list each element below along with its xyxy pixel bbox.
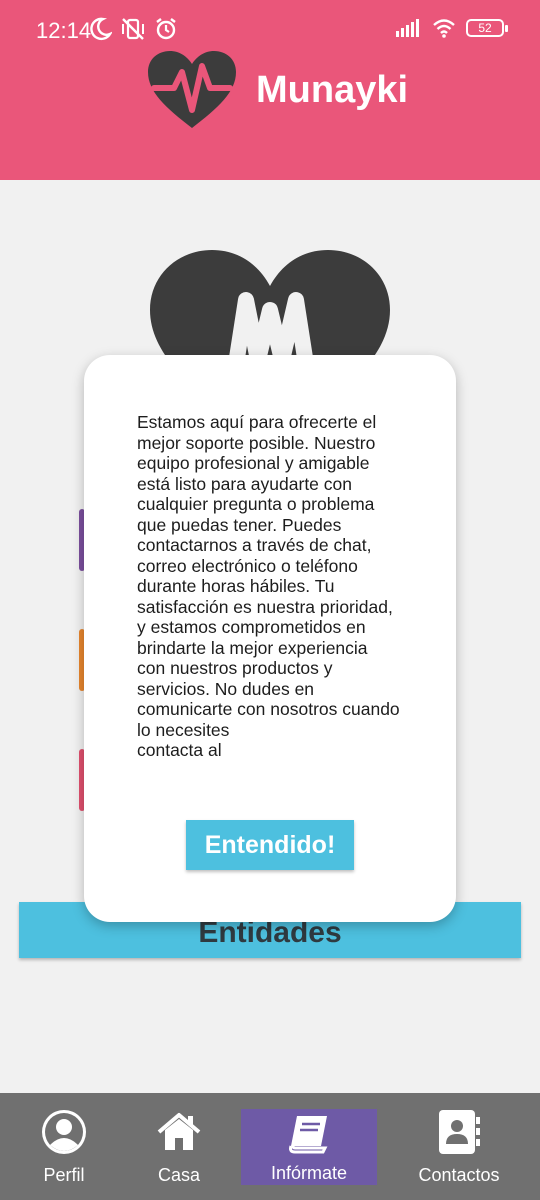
alarm-icon <box>156 18 176 40</box>
status-icons-right: 52 <box>396 18 508 38</box>
battery-icon: 52 <box>466 19 508 37</box>
nav-label: Contactos <box>418 1165 500 1185</box>
status-icons-left <box>90 16 178 42</box>
nav-label: Casa <box>157 1165 201 1185</box>
nav-label: Infórmate <box>270 1163 348 1183</box>
brand: Munayki <box>146 50 408 130</box>
dialog-message: Estamos aquí para ofrecerte el mejor sop… <box>137 412 400 760</box>
bottom-navigation: Perfil Casa Infórmate Contactos <box>0 1093 540 1200</box>
entendido-button[interactable]: Entendido! <box>186 820 354 870</box>
contacts-icon <box>439 1110 480 1154</box>
heart-pulse-icon <box>148 51 236 128</box>
info-dialog: Estamos aquí para ofrecerte el mejor sop… <box>84 355 456 922</box>
battery-level: 52 <box>478 21 492 35</box>
app-header: 12:14 52 Munayki <box>0 0 540 180</box>
wifi-icon <box>433 19 455 38</box>
moon-icon <box>90 17 112 41</box>
status-time: 12:14 <box>36 18 92 43</box>
user-icon <box>42 1110 86 1154</box>
nav-item-informate[interactable]: Infórmate <box>241 1109 377 1185</box>
app-title: Munayki <box>256 68 409 111</box>
home-icon <box>157 1113 201 1150</box>
background-heart-icon <box>150 250 390 370</box>
nav-item-contactos[interactable]: Contactos <box>404 1093 514 1200</box>
signal-icon <box>396 19 419 37</box>
vibrate-off-icon <box>122 18 144 40</box>
nav-item-perfil[interactable]: Perfil <box>14 1093 114 1200</box>
nav-item-casa[interactable]: Casa <box>129 1093 229 1200</box>
nav-label: Perfil <box>43 1165 85 1185</box>
book-icon <box>289 1116 328 1154</box>
